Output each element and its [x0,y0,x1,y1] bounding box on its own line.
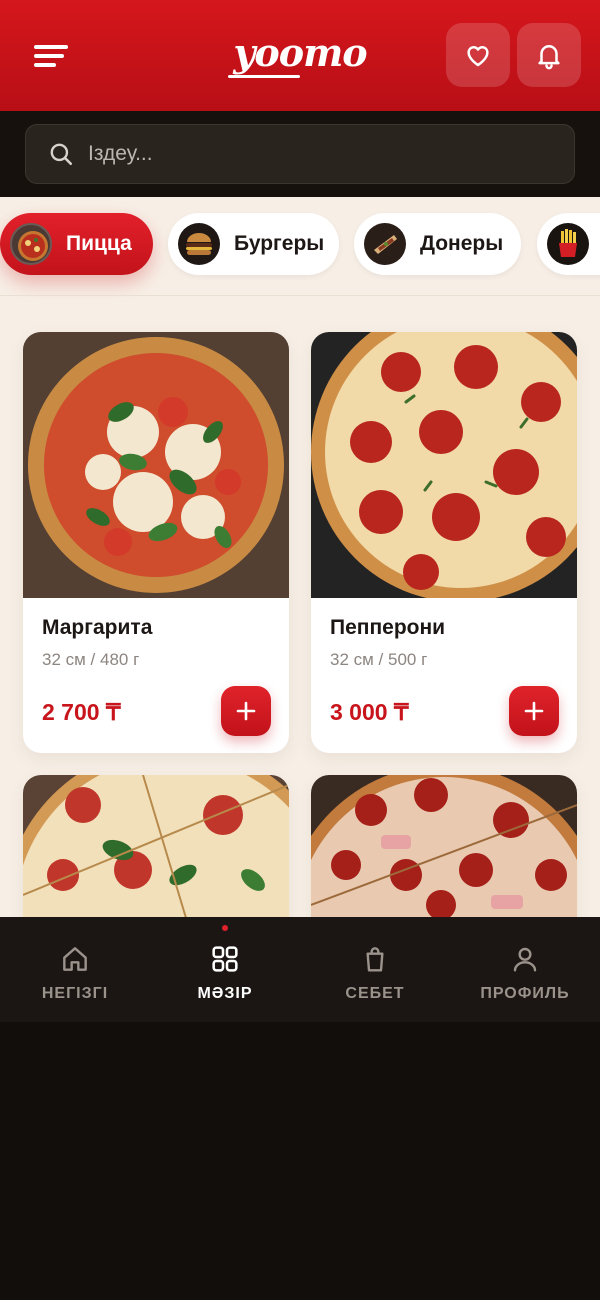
brand-logo-underline [228,75,300,78]
notifications-button[interactable] [517,23,581,87]
product-card[interactable] [23,775,289,917]
nav-label: СЕБЕТ [345,985,405,1002]
favorites-button[interactable] [446,23,510,87]
active-indicator-dot [222,925,228,931]
product-image-pizza [311,775,577,917]
category-label: Донеры [420,232,504,255]
nav-label: НЕГІЗГІ [41,985,109,1002]
user-icon [513,947,537,972]
search-icon [48,141,74,167]
nav-label: ПРОФИЛЬ [480,985,570,1002]
product-weight: 32 см / 500 г [330,650,428,669]
nav-label: МӘЗІР [197,985,253,1002]
category-divider [0,295,600,296]
home-icon [63,947,87,971]
pizza-thumbnail [10,223,52,265]
product-price: 2 700 ₸ [42,699,121,725]
burger-thumbnail [178,223,220,265]
doner-thumbnail [364,223,406,265]
plus-icon [236,701,256,721]
search-bar[interactable] [25,124,575,184]
add-to-cart-button[interactable] [221,686,271,736]
menu-content: Пицца Бургеры Донеры Маргарита 32 см / 4… [0,197,600,917]
bag-icon [366,947,384,972]
nav-profile[interactable]: ПРОФИЛЬ [450,917,600,1022]
add-to-cart-button[interactable] [509,686,559,736]
category-chip-burgers[interactable]: Бургеры [168,213,339,275]
bottom-navigation: НЕГІЗГІ МӘЗІР СЕБЕТ ПРОФИЛЬ [0,917,600,1022]
screen-background [0,1022,600,1300]
product-price: 3 000 ₸ [330,699,409,725]
product-image-pepperoni [311,332,577,598]
app-header: yoomo [0,0,600,111]
product-image-margherita [23,332,289,598]
nav-menu[interactable]: МӘЗІР [150,917,300,1022]
bell-icon [538,45,560,70]
brand-logo: yoomo [233,30,367,75]
plus-icon [524,701,544,721]
product-name: Пепперони [330,616,446,639]
product-name: Маргарита [42,616,153,639]
search-input[interactable] [74,125,574,183]
category-chip-pizza[interactable]: Пицца [0,213,153,275]
product-image-pizza [23,775,289,917]
category-chip-doners[interactable]: Донеры [354,213,521,275]
category-label: Пицца [66,232,132,255]
fries-thumbnail [547,223,589,265]
heart-icon [467,46,489,67]
product-weight: 32 см / 480 г [42,650,140,669]
product-card[interactable]: Маргарита 32 см / 480 г 2 700 ₸ [23,332,289,753]
nav-cart[interactable]: СЕБЕТ [300,917,450,1022]
product-card[interactable]: Пепперони 32 см / 500 г 3 000 ₸ [311,332,577,753]
grid-icon [212,946,238,972]
category-chip-fries[interactable] [537,213,600,275]
product-card[interactable] [311,775,577,917]
nav-home[interactable]: НЕГІЗГІ [0,917,150,1022]
category-label: Бургеры [234,232,325,255]
